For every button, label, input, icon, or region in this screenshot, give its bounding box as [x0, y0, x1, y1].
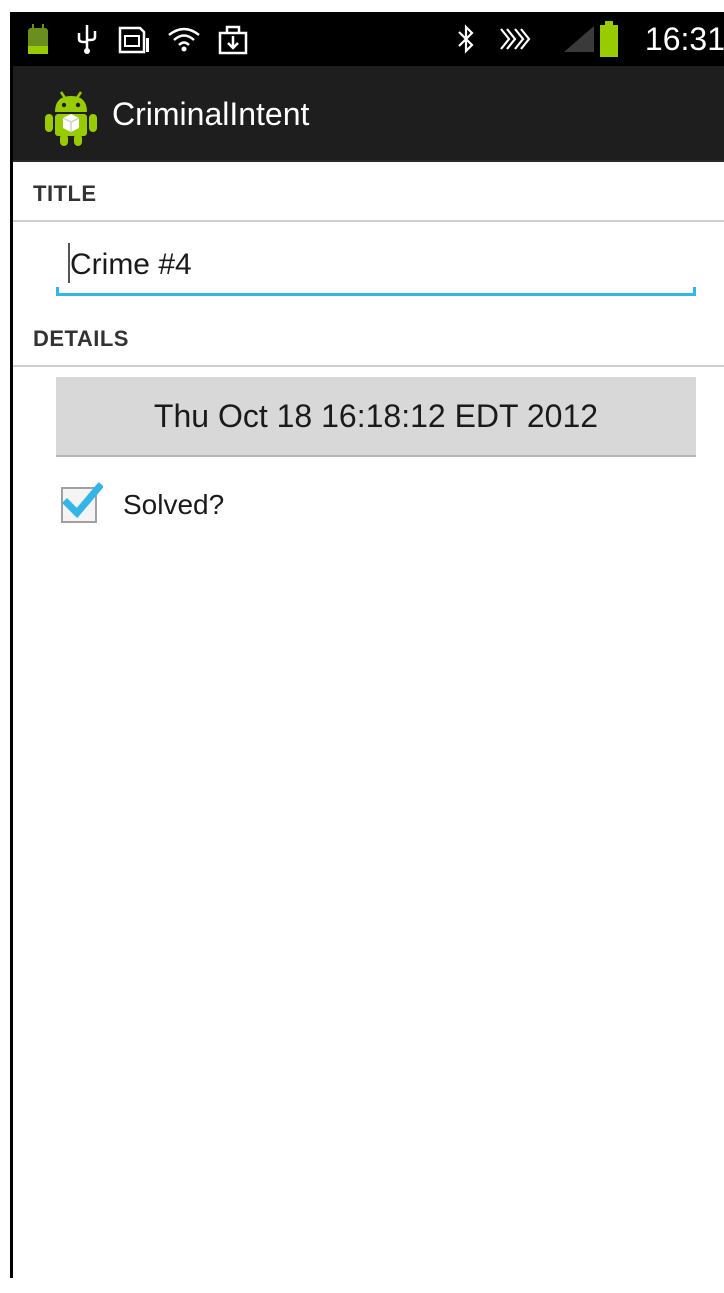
status-clock: 16:31 [644, 21, 724, 57]
wifi-icon [165, 12, 203, 66]
sd-card-icon [116, 12, 152, 66]
app-title: CriminalIntent [112, 96, 310, 132]
usb-icon [73, 12, 101, 66]
checkmark-icon [62, 482, 103, 519]
battery-icon [597, 12, 621, 66]
bluetooth-icon [453, 12, 479, 66]
details-section-header: DETAILS [13, 307, 724, 367]
android-debug-icon [23, 12, 53, 66]
input-underline [56, 293, 696, 296]
title-input[interactable]: Crime #4 [56, 238, 696, 296]
download-icon [215, 12, 251, 66]
solved-checkbox-row[interactable]: Solved? [61, 482, 224, 528]
title-section-header: TITLE [13, 162, 724, 222]
nfc-icon [495, 12, 535, 66]
signal-icon [561, 12, 597, 66]
android-robot-icon[interactable] [41, 88, 101, 148]
solved-checkbox[interactable] [61, 482, 103, 523]
status-bar: 16:31 [13, 12, 724, 66]
solved-label: Solved? [123, 489, 225, 520]
date-button[interactable]: Thu Oct 18 16:18:12 EDT 2012 [56, 377, 696, 457]
title-input-value: Crime #4 [70, 248, 192, 281]
action-bar: CriminalIntent [13, 66, 724, 162]
screen-frame: 16:31 CriminalIntent TITLE Crime #4 DETA… [10, 12, 724, 1278]
